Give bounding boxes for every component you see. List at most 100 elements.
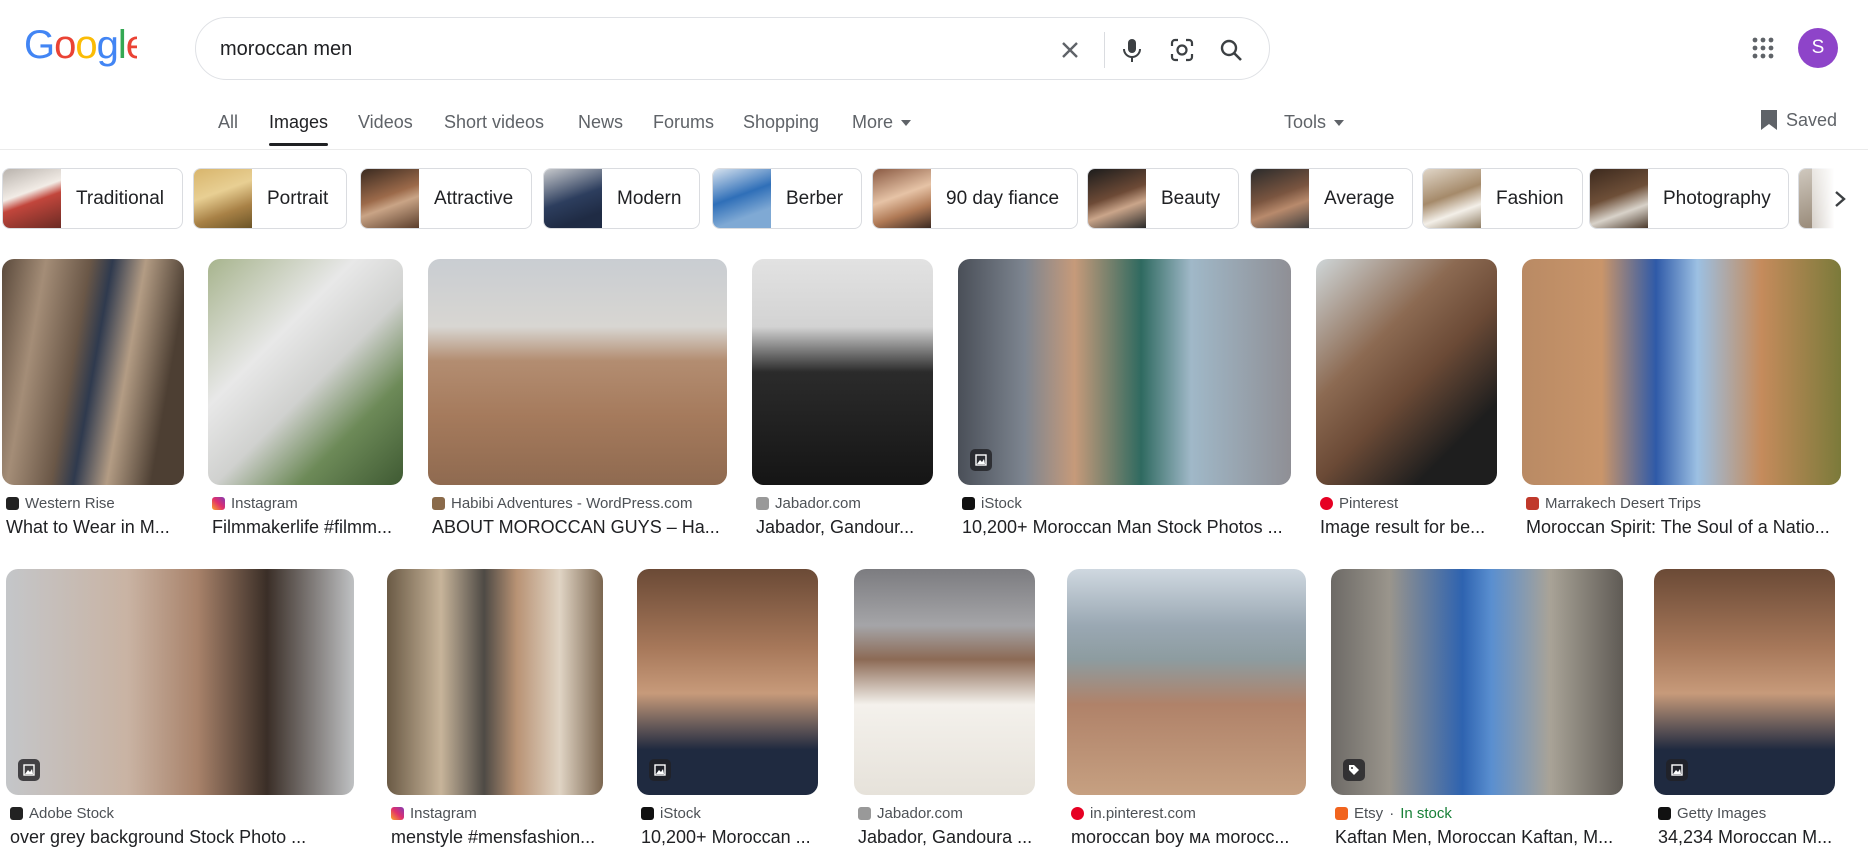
image-result[interactable]: iStock 10,200+ Moroccan Man Stock Photos… [958,259,1291,539]
tab-shopping[interactable]: Shopping [743,112,819,133]
tab-more-label: More [852,112,894,132]
tab-more[interactable]: More [852,112,912,133]
chip-label: Berber [786,187,844,209]
tab-images[interactable]: Images [269,112,329,146]
chip-90-day-fiance[interactable]: 90 day fiance [872,168,1079,229]
result-image[interactable] [958,259,1291,485]
tab-forums[interactable]: Forums [653,112,714,133]
image-result[interactable]: Instagram menstyle #mensfashion... [387,569,603,859]
result-title[interactable]: 10,200+ Moroccan Man Stock Photos ... [962,517,1292,538]
image-result[interactable]: Jabador.com Jabador, Gandour... [752,259,933,539]
favicon [641,807,654,820]
chip-photography[interactable]: Photography [1589,168,1789,229]
result-source[interactable]: Instagram [391,805,477,822]
result-title[interactable]: ABOUT MOROCCAN GUYS – Ha... [432,517,729,538]
result-source-name: Jabador.com [775,495,861,512]
result-source[interactable]: Getty Images [1658,805,1766,822]
result-image[interactable] [1316,259,1497,485]
result-source[interactable]: Western Rise [6,495,115,512]
result-source[interactable]: Jabador.com [858,805,963,822]
result-image[interactable] [208,259,403,485]
result-source[interactable]: Etsy · In stock [1335,805,1452,822]
result-source[interactable]: in.pinterest.com [1071,805,1196,822]
apps-grid-icon[interactable] [1746,31,1780,65]
chip-average[interactable]: Average [1250,168,1414,229]
tools-button[interactable]: Tools [1284,112,1345,133]
result-source-name: Pinterest [1339,495,1399,512]
result-title[interactable]: menstyle #mensfashion... [391,827,603,848]
image-badge-icon [1666,759,1688,781]
result-image[interactable] [1654,569,1835,795]
image-result[interactable]: Instagram Filmmakerlife #filmm... [208,259,403,539]
result-source[interactable]: Adobe Stock [10,805,114,822]
result-title[interactable]: Jabador, Gandour... [756,517,936,538]
result-source[interactable]: Instagram [212,495,298,512]
image-result[interactable]: Western Rise What to Wear in M... [2,259,184,539]
result-title[interactable]: Moroccan Spirit: The Soul of a Natio... [1526,517,1840,538]
result-image[interactable] [387,569,603,795]
tab-short-videos[interactable]: Short videos [444,112,544,133]
result-source-name: in.pinterest.com [1090,805,1196,822]
result-title[interactable]: 34,234 Moroccan M... [1658,827,1836,848]
search-input[interactable] [220,32,1020,66]
tab-videos[interactable]: Videos [358,112,413,133]
image-result[interactable]: in.pinterest.com moroccan boy ᴍᴀ morocc.… [1067,569,1306,859]
chip-label: Attractive [434,187,514,209]
image-result[interactable]: Adobe Stock over grey background Stock P… [6,569,354,859]
chip-berber[interactable]: Berber [712,168,863,229]
image-badge-icon [649,759,671,781]
result-title[interactable]: over grey background Stock Photo ... [10,827,355,848]
chip-traditional[interactable]: Traditional [2,168,184,229]
caret-down-icon [901,119,912,126]
image-result[interactable]: iStock 10,200+ Moroccan ... [637,569,818,859]
image-result[interactable]: Jabador.com Jabador, Gandoura ... [854,569,1035,859]
avatar[interactable]: S [1798,28,1838,68]
favicon [756,497,769,510]
result-image[interactable] [1067,569,1306,795]
chips-next-button[interactable] [1812,168,1868,229]
image-result[interactable]: Getty Images 34,234 Moroccan M... [1654,569,1835,859]
chip-portrait[interactable]: Portrait [193,168,348,229]
image-result[interactable]: Habibi Adventures - WordPress.com ABOUT … [428,259,727,539]
search-icon[interactable] [1214,33,1248,67]
chip-beauty[interactable]: Beauty [1087,168,1240,229]
result-image[interactable] [752,259,933,485]
result-title[interactable]: 10,200+ Moroccan ... [641,827,819,848]
lens-camera-icon[interactable] [1165,33,1199,67]
result-title[interactable]: Jabador, Gandoura ... [858,827,1036,848]
chip-attractive[interactable]: Attractive [360,168,533,229]
result-title[interactable]: Image result for be... [1320,517,1500,538]
favicon [432,497,445,510]
result-image[interactable] [854,569,1035,795]
microphone-icon[interactable] [1115,33,1149,67]
chip-fashion[interactable]: Fashion [1422,168,1583,229]
chip-thumbnail [1088,169,1146,228]
result-title[interactable]: moroccan boy ᴍᴀ morocc... [1071,827,1305,848]
image-result[interactable]: Etsy · In stock Kaftan Men, Moroccan Kaf… [1331,569,1623,859]
image-result[interactable]: Marrakech Desert Trips Moroccan Spirit: … [1522,259,1841,539]
result-source[interactable]: iStock [641,805,701,822]
result-source[interactable]: Habibi Adventures - WordPress.com [432,495,693,512]
clear-icon[interactable] [1053,33,1087,67]
result-image[interactable] [1331,569,1623,795]
saved-button[interactable]: Saved [1760,109,1837,131]
result-image[interactable] [2,259,184,485]
tools-label: Tools [1284,112,1327,132]
result-source[interactable]: Pinterest [1320,495,1398,512]
result-image[interactable] [637,569,818,795]
result-image[interactable] [428,259,727,485]
tab-news[interactable]: News [578,112,623,133]
result-image[interactable] [6,569,354,795]
result-source[interactable]: iStock [962,495,1022,512]
result-image[interactable] [1522,259,1841,485]
google-logo[interactable]: Google [24,24,137,68]
chip-modern[interactable]: Modern [543,168,701,229]
image-result[interactable]: Pinterest Image result for be... [1316,259,1497,539]
result-title[interactable]: Kaftan Men, Moroccan Kaftan, M... [1335,827,1623,848]
result-source[interactable]: Jabador.com [756,495,861,512]
result-title[interactable]: What to Wear in M... [6,517,186,538]
result-source[interactable]: Marrakech Desert Trips [1526,495,1701,512]
result-title[interactable]: Filmmakerlife #filmm... [212,517,407,538]
search-box[interactable] [195,17,1270,80]
tab-all[interactable]: All [218,112,238,133]
